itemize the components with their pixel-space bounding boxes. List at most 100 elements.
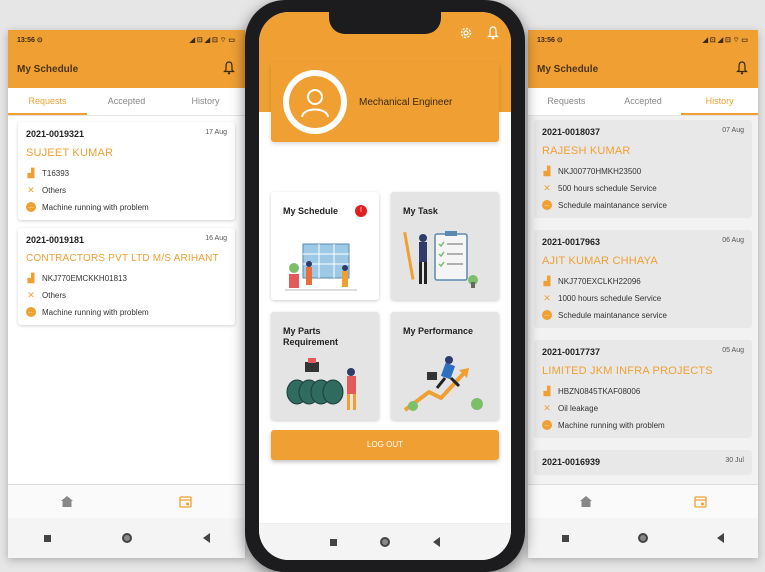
message-icon: … <box>542 420 552 430</box>
home-button[interactable] <box>121 533 132 543</box>
customer-name: CONTRACTORS PVT LTD M/S ARIHANT <box>26 253 219 264</box>
home-button[interactable] <box>379 537 390 547</box>
request-date: 30 Jul <box>725 457 744 464</box>
customer-name: SUJEET KUMAR <box>26 147 114 159</box>
message-icon: … <box>542 310 552 320</box>
request-date: 05 Aug <box>722 347 744 354</box>
service-type: Others <box>42 185 67 195</box>
list-item[interactable]: 2021-0019181 16 Aug CONTRACTORS PVT LTD M… <box>18 228 235 325</box>
user-role: Mechanical Engineer <box>359 96 453 108</box>
dashboard-screen: Mechanical Engineer My Schedule ! My Tas… <box>259 12 511 560</box>
request-id: 2021-0017737 <box>542 347 601 357</box>
gear-icon[interactable] <box>459 26 473 40</box>
tools-icon: ✕ <box>27 290 35 300</box>
back-button[interactable] <box>716 533 724 543</box>
performance-illustration <box>403 356 483 412</box>
request-date: 16 Aug <box>205 235 227 242</box>
list-item[interactable]: 2021-0017737 05 Aug LIMITED JKM INFRA PRO… <box>534 340 752 438</box>
bell-icon[interactable] <box>736 61 748 75</box>
status-time: 13:56 ⊙ <box>537 37 563 44</box>
tile-label: My Performance <box>403 326 474 336</box>
right-phone-screen: 13:56 ⊙ ◢ ⊡ ◢ ⊡ ⌔ ▭ My Schedule Requests… <box>528 30 758 558</box>
left-phone-screen: 13:56 ⊙ ◢ ⊡ ◢ ⊡ ⌔ ▭ My Schedule Requests… <box>8 30 245 558</box>
history-list: 2021-0018037 07 Aug RAJESH KUMAR ▟ NKJ0077… <box>528 116 758 491</box>
request-list: 2021-0019321 17 Aug SUJEET KUMAR ▟ T16393 … <box>8 116 245 339</box>
page-title: My Schedule <box>17 64 79 75</box>
tab-accepted[interactable]: Accepted <box>87 88 166 115</box>
customer-name: AJIT KUMAR CHHAYA <box>542 255 658 267</box>
machine-icon: ▟ <box>543 166 551 176</box>
list-item[interactable]: 2021-0017963 06 Aug AJIT KUMAR CHHAYA ▟ NK… <box>534 230 752 328</box>
request-id: 2021-0019321 <box>26 129 85 139</box>
tile-my-parts-requirement[interactable]: My Parts Requirement <box>271 312 379 420</box>
task-illustration <box>403 231 478 288</box>
issue-text: Machine running with problem <box>558 420 665 430</box>
tab-accepted[interactable]: Accepted <box>605 88 682 115</box>
status-icons: ◢ ⊡ ◢ ⊡ ⌔ ▭ <box>702 37 748 44</box>
recents-button[interactable] <box>330 538 338 546</box>
tab-requests[interactable]: Requests <box>528 88 605 115</box>
tools-icon: ✕ <box>27 185 35 195</box>
bottom-nav <box>528 484 758 518</box>
tab-history[interactable]: History <box>681 88 758 115</box>
back-button[interactable] <box>202 533 210 543</box>
machine-number: NKJ770EXCLKH22096 <box>558 276 641 286</box>
message-icon: … <box>26 202 36 212</box>
status-icons: ◢ ⊡ ◢ ⊡ ⌔ ▭ <box>189 37 235 44</box>
tile-label: My Task <box>403 206 438 216</box>
request-id: 2021-0019181 <box>26 235 85 245</box>
tab-history[interactable]: History <box>166 88 245 115</box>
request-id: 2021-0017963 <box>542 237 601 247</box>
tile-my-performance[interactable]: My Performance <box>391 312 499 420</box>
back-button[interactable] <box>432 537 440 547</box>
issue-text: Machine running with problem <box>42 307 149 317</box>
request-date: 06 Aug <box>722 237 744 244</box>
tab-requests[interactable]: Requests <box>8 88 87 115</box>
home-icon <box>61 496 74 507</box>
home-button[interactable] <box>637 533 648 543</box>
recents-button[interactable] <box>562 534 570 542</box>
tile-my-task[interactable]: My Task <box>391 192 499 300</box>
calendar-icon <box>179 496 192 508</box>
machine-number: T16393 <box>42 168 70 178</box>
app-bar: 13:56 ⊙ ◢ ⊡ ◢ ⊡ ⌔ ▭ My Schedule <box>528 30 758 88</box>
list-item[interactable]: 2021-0018037 07 Aug RAJESH KUMAR ▟ NKJ0077… <box>534 120 752 218</box>
request-id: 2021-0018037 <box>542 127 601 137</box>
system-nav-bar <box>528 518 758 558</box>
logout-button[interactable]: LOG OUT <box>271 430 499 460</box>
customer-name: RAJESH KUMAR <box>542 145 631 157</box>
nav-home[interactable] <box>8 485 127 518</box>
center-phone-frame: Mechanical Engineer My Schedule ! My Tas… <box>245 0 525 572</box>
issue-text: Schedule maintanance service <box>558 200 667 210</box>
request-date: 17 Aug <box>205 129 227 136</box>
nav-home[interactable] <box>528 485 643 518</box>
bell-icon[interactable] <box>487 26 499 40</box>
issue-text: Schedule maintanance service <box>558 310 667 320</box>
list-item[interactable]: 2021-0019321 17 Aug SUJEET KUMAR ▟ T16393 … <box>18 122 235 220</box>
nav-schedule[interactable] <box>127 485 246 518</box>
status-time: 13:56 ⊙ <box>17 37 43 44</box>
request-date: 07 Aug <box>722 127 744 134</box>
system-nav-bar <box>8 518 245 558</box>
machine-icon: ▟ <box>27 168 35 178</box>
service-type: 500 hours schedule Service <box>558 183 657 193</box>
tab-bar: Requests Accepted History <box>528 88 758 116</box>
tile-my-schedule[interactable]: My Schedule ! <box>271 192 379 300</box>
recents-button[interactable] <box>43 534 51 542</box>
bell-icon[interactable] <box>223 61 235 75</box>
list-item[interactable]: 2021-0016939 30 Jul <box>534 450 752 475</box>
page-title: My Schedule <box>537 64 599 75</box>
nav-schedule[interactable] <box>643 485 758 518</box>
service-type: Oil leakage <box>558 403 599 413</box>
status-bar: 13:56 ⊙ ◢ ⊡ ◢ ⊡ ⌔ ▭ <box>17 36 235 45</box>
message-icon: … <box>26 307 36 317</box>
calendar-icon <box>694 496 707 508</box>
machine-number: NKJ00770HMKH23500 <box>558 166 642 176</box>
profile-card[interactable]: Mechanical Engineer <box>271 62 499 142</box>
parts-illustration <box>286 358 356 410</box>
phone-notch <box>329 12 441 34</box>
notification-badge: ! <box>355 205 367 217</box>
machine-number: NKJ770EMCKKH01813 <box>42 273 127 283</box>
machine-number: HBZN0845TKAF08006 <box>558 386 641 396</box>
issue-text: Machine running with problem <box>42 202 149 212</box>
